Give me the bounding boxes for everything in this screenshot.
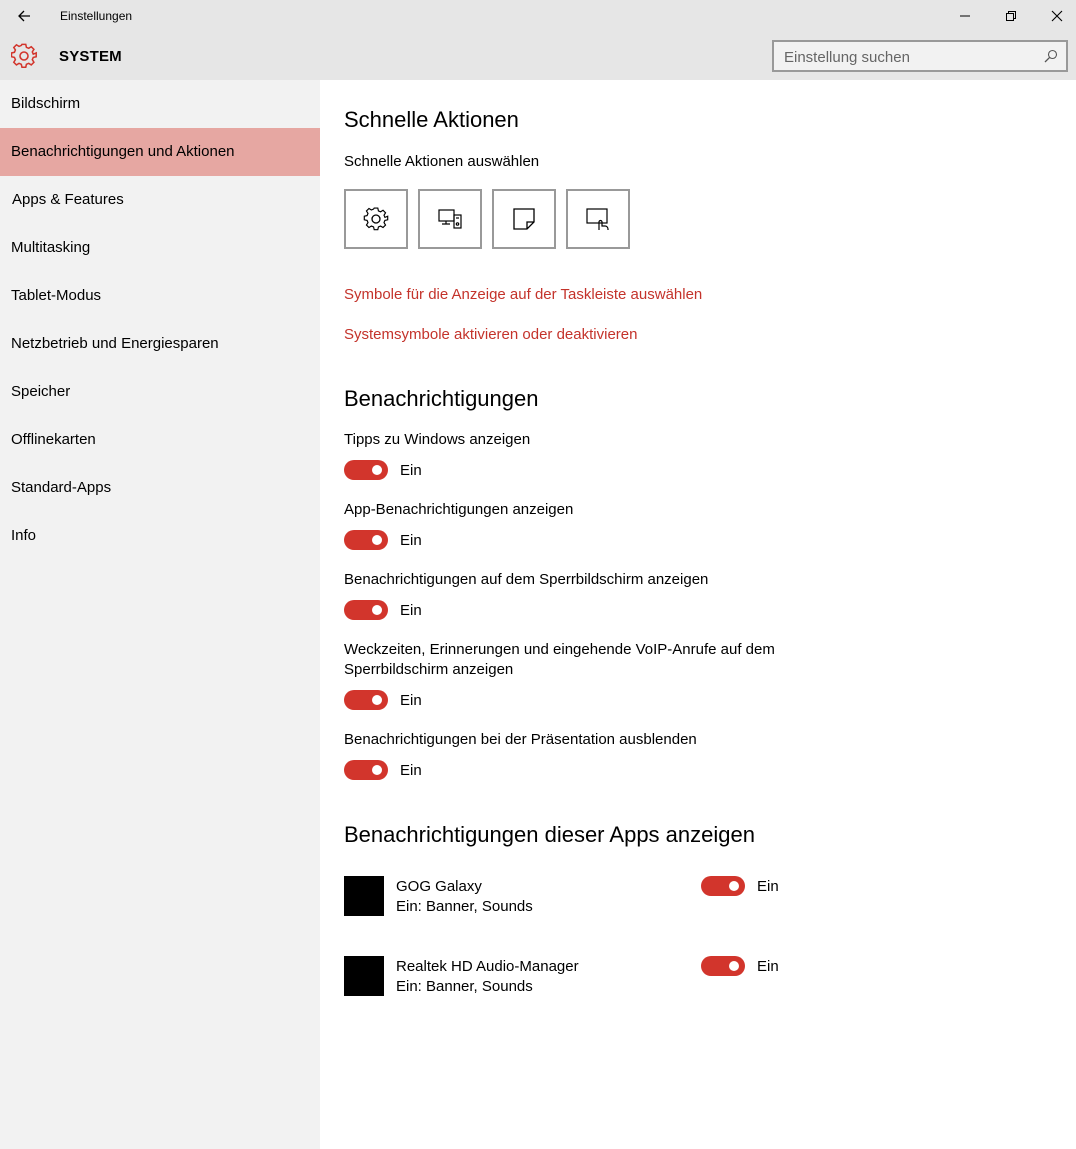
close-button[interactable] bbox=[1034, 0, 1076, 32]
toggle-state-presentation: Ein bbox=[400, 762, 422, 779]
setting-label-tips: Tipps zu Windows anzeigen bbox=[344, 431, 531, 448]
sidebar: Bildschirm Benachrichtigungen und Aktion… bbox=[0, 80, 320, 1149]
search-box[interactable] bbox=[772, 40, 1068, 72]
sidebar-item-tablet-modus[interactable]: Tablet-Modus bbox=[0, 272, 320, 320]
header: SYSTEM bbox=[0, 32, 1076, 80]
back-button[interactable] bbox=[8, 0, 40, 32]
quick-actions-heading: Schnelle Aktionen bbox=[344, 107, 519, 132]
sidebar-item-standard-apps[interactable]: Standard-Apps bbox=[0, 464, 320, 512]
app-name-gog-galaxy[interactable]: GOG Galaxy bbox=[396, 878, 482, 895]
toggle-presentation[interactable] bbox=[344, 760, 388, 780]
sidebar-item-netzbetrieb[interactable]: Netzbetrieb und Energiesparen bbox=[0, 320, 320, 368]
page-title: SYSTEM bbox=[59, 48, 122, 65]
toggle-state-alarms-voip: Ein bbox=[400, 692, 422, 709]
link-system-icons[interactable]: Systemsymbole aktivieren oder deaktivier… bbox=[344, 326, 637, 343]
setting-label-presentation: Benachrichtigungen bei der Präsentation … bbox=[344, 731, 697, 748]
toggle-state-gog-galaxy: Ein bbox=[757, 878, 779, 895]
quick-action-tile-settings[interactable] bbox=[344, 189, 408, 249]
minimize-button[interactable] bbox=[942, 0, 988, 32]
arrow-left-icon bbox=[18, 10, 30, 22]
setting-label-app-notifications: App-Benachrichtigungen anzeigen bbox=[344, 501, 574, 518]
apps-heading: Benachrichtigungen dieser Apps anzeigen bbox=[344, 822, 755, 847]
quick-action-tile-note[interactable] bbox=[492, 189, 556, 249]
toggle-tips[interactable] bbox=[344, 460, 388, 480]
sidebar-item-multitasking[interactable]: Multitasking bbox=[0, 224, 320, 272]
notifications-heading: Benachrichtigungen bbox=[344, 386, 539, 411]
app-detail-realtek: Ein: Banner, Sounds bbox=[396, 978, 533, 995]
quick-action-tile-tablet-mode[interactable] bbox=[566, 189, 630, 249]
app-name-realtek[interactable]: Realtek HD Audio-Manager bbox=[396, 958, 579, 975]
setting-label-lock-screen: Benachrichtigungen auf dem Sperrbildschi… bbox=[344, 571, 709, 588]
toggle-state-tips: Ein bbox=[400, 462, 422, 479]
tablet-mode-icon bbox=[586, 208, 609, 230]
minimize-icon bbox=[960, 15, 970, 17]
quick-action-tile-project[interactable] bbox=[418, 189, 482, 249]
main-content: Schnelle Aktionen Schnelle Aktionen ausw… bbox=[320, 80, 1076, 1149]
setting-label-alarms-voip: Weckzeiten, Erinnerungen und eingehende … bbox=[344, 641, 775, 678]
toggle-app-realtek[interactable] bbox=[701, 956, 745, 976]
link-taskbar-icons[interactable]: Symbole für die Anzeige auf der Taskleis… bbox=[344, 286, 702, 303]
toggle-alarms-voip[interactable] bbox=[344, 690, 388, 710]
restore-button[interactable] bbox=[988, 0, 1034, 32]
search-input[interactable] bbox=[784, 47, 1034, 67]
note-icon bbox=[513, 208, 535, 230]
sidebar-item-info[interactable]: Info bbox=[0, 512, 320, 560]
title-bar: Einstellungen bbox=[0, 0, 1076, 32]
close-icon bbox=[1051, 10, 1063, 22]
quick-actions-subheading: Schnelle Aktionen auswählen bbox=[344, 153, 540, 170]
gear-icon bbox=[363, 207, 389, 231]
toggle-state-app-notifications: Ein bbox=[400, 532, 422, 549]
app-detail-gog-galaxy: Ein: Banner, Sounds bbox=[396, 898, 533, 915]
toggle-app-notifications[interactable] bbox=[344, 530, 388, 550]
app-icon-realtek bbox=[344, 956, 384, 996]
toggle-lock-screen[interactable] bbox=[344, 600, 388, 620]
sidebar-item-offlinekarten[interactable]: Offlinekarten bbox=[0, 416, 320, 464]
sidebar-item-apps-features[interactable]: Apps & Features bbox=[0, 176, 320, 224]
gear-icon bbox=[11, 43, 37, 68]
app-icon-gog-galaxy bbox=[344, 876, 384, 916]
toggle-state-realtek: Ein bbox=[757, 958, 779, 975]
sidebar-item-benachrichtigungen[interactable]: Benachrichtigungen und Aktionen bbox=[0, 128, 320, 176]
toggle-state-lock-screen: Ein bbox=[400, 602, 422, 619]
restore-icon bbox=[1006, 11, 1016, 21]
search-icon[interactable] bbox=[1044, 49, 1058, 63]
sidebar-item-bildschirm[interactable]: Bildschirm bbox=[0, 80, 320, 128]
window-title: Einstellungen bbox=[60, 9, 133, 23]
toggle-app-gog-galaxy[interactable] bbox=[701, 876, 745, 896]
project-icon bbox=[438, 209, 462, 229]
sidebar-item-speicher[interactable]: Speicher bbox=[0, 368, 320, 416]
